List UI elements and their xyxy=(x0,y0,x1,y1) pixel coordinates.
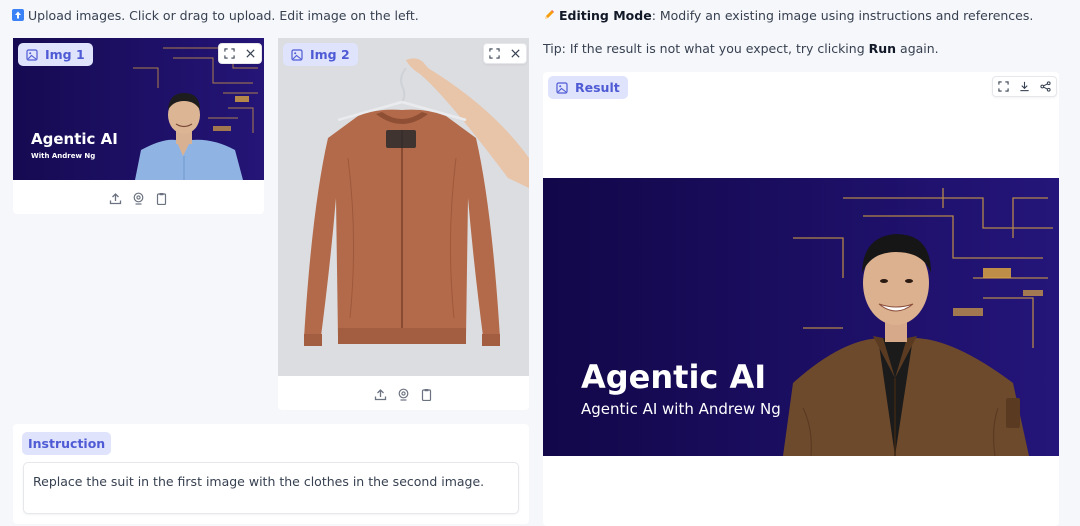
image-1-fullscreen-button[interactable] xyxy=(219,44,240,63)
image-icon xyxy=(556,81,568,94)
instruction-panel: Instruction Replace the suit in the firs… xyxy=(13,424,529,524)
image-icon xyxy=(26,48,38,61)
editing-mode-label: Editing Mode xyxy=(559,8,652,23)
upload-emoji-icon xyxy=(12,9,24,21)
clipboard-icon xyxy=(156,193,167,206)
result-banner-title: Agentic AI xyxy=(581,358,766,396)
editing-mode-line: Editing Mode: Modify an existing image u… xyxy=(543,8,1033,23)
image-1-close-button[interactable] xyxy=(240,44,261,63)
upload-instructions-text: Upload images. Click or drag to upload. … xyxy=(28,8,419,23)
result-banner-subtitle: Agentic AI with Andrew Ng xyxy=(581,400,781,418)
tip-line: Tip: If the result is not what you expec… xyxy=(543,41,939,56)
tip-prefix: Tip: If the result is not what you expec… xyxy=(543,41,869,56)
fullscreen-icon xyxy=(998,81,1009,92)
image-2-upload-button[interactable] xyxy=(374,386,387,401)
fullscreen-icon xyxy=(489,48,500,59)
upload-instructions: Upload images. Click or drag to upload. … xyxy=(12,8,419,23)
image-2-card: Img 2 xyxy=(278,38,529,410)
clipboard-icon xyxy=(421,389,432,402)
image-1-card: Agentic AI With Andrew Ng Img 1 xyxy=(13,38,264,214)
image-2-thumbnail xyxy=(278,38,529,376)
image-2-close-button[interactable] xyxy=(505,44,526,63)
upload-icon xyxy=(374,389,387,401)
image-2-source-buttons xyxy=(374,386,433,402)
image-2-preview[interactable] xyxy=(278,38,529,376)
image-icon xyxy=(291,48,303,61)
webcam-icon xyxy=(398,388,409,401)
result-share-button[interactable] xyxy=(1035,77,1056,96)
webcam-icon xyxy=(133,192,144,205)
download-icon xyxy=(1020,81,1029,92)
result-image[interactable]: Agentic AI Agentic AI with Andrew Ng xyxy=(543,178,1059,456)
image-1-label-chip: Img 1 xyxy=(18,43,93,66)
result-fullscreen-button[interactable] xyxy=(993,77,1014,96)
image-1-source-buttons xyxy=(109,190,168,206)
image-1-label: Img 1 xyxy=(45,47,85,62)
upload-icon xyxy=(109,193,122,205)
close-icon xyxy=(511,49,520,58)
image-2-fullscreen-button[interactable] xyxy=(484,44,505,63)
tip-run-word: Run xyxy=(868,41,897,56)
image-2-label-chip: Img 2 xyxy=(283,43,358,66)
editing-mode-text: : Modify an existing image using instruc… xyxy=(651,8,1034,23)
close-icon xyxy=(246,49,255,58)
result-label: Result xyxy=(575,80,620,95)
result-controls xyxy=(992,76,1057,97)
image-1-upload-button[interactable] xyxy=(109,190,122,205)
image-1-controls xyxy=(218,43,262,64)
fullscreen-icon xyxy=(224,48,235,59)
image-1-banner-subtitle: With Andrew Ng xyxy=(31,152,95,160)
instruction-textarea[interactable]: Replace the suit in the first image with… xyxy=(23,462,519,514)
image-2-controls xyxy=(483,43,527,64)
result-thumbnail: Agentic AI Agentic AI with Andrew Ng xyxy=(543,178,1059,456)
result-label-chip: Result xyxy=(548,76,628,99)
tip-suffix: again. xyxy=(896,41,939,56)
pencil-emoji-icon xyxy=(545,10,554,19)
image-2-webcam-button[interactable] xyxy=(397,386,410,401)
image-1-banner-title: Agentic AI xyxy=(31,130,118,148)
image-2-label: Img 2 xyxy=(310,47,350,62)
image-1-webcam-button[interactable] xyxy=(132,190,145,205)
share-icon xyxy=(1040,81,1051,92)
image-2-clipboard-button[interactable] xyxy=(420,386,433,402)
instruction-label: Instruction xyxy=(22,432,112,455)
image-1-clipboard-button[interactable] xyxy=(155,190,168,206)
result-panel: Result Agentic AI Agentic AI with Andrew… xyxy=(543,72,1059,526)
result-download-button[interactable] xyxy=(1014,77,1035,96)
